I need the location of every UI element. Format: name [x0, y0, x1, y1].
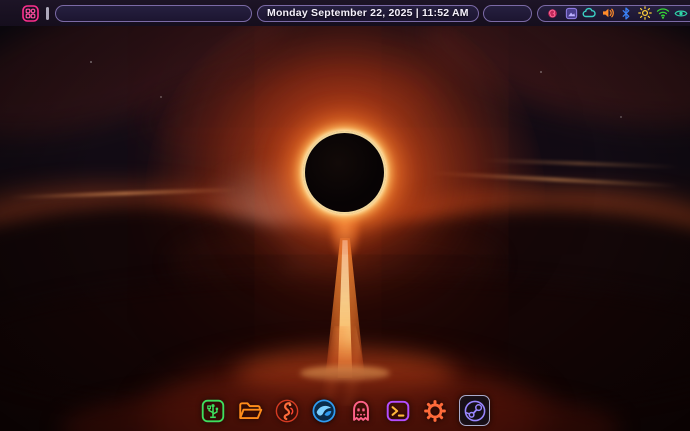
- eye-icon[interactable]: [674, 6, 689, 21]
- bluetooth-icon[interactable]: [619, 6, 634, 21]
- volume-icon[interactable]: [600, 6, 615, 21]
- wifi-icon[interactable]: [655, 6, 670, 21]
- clock-text: Monday September 22, 2025 | 11:52 AM: [267, 7, 469, 19]
- cloud-icon[interactable]: [582, 6, 597, 21]
- vignette: [0, 26, 690, 431]
- top-panel: Monday September 22, 2025 | 11:52 AM: [0, 0, 690, 26]
- settings-gear-icon[interactable]: [422, 398, 448, 424]
- workspace-pill[interactable]: [482, 4, 532, 22]
- panel-separator: [46, 6, 49, 20]
- usb-drive-icon[interactable]: [200, 398, 226, 424]
- ghost-terminal-icon[interactable]: [348, 398, 374, 424]
- steam-icon[interactable]: [459, 395, 490, 426]
- brightness-icon[interactable]: [637, 6, 652, 21]
- system-tray: [536, 4, 690, 22]
- terminal-icon[interactable]: [385, 398, 411, 424]
- desktop: Monday September 22, 2025 | 11:52 AM: [0, 0, 690, 431]
- seahorse-icon[interactable]: [274, 398, 300, 424]
- display-icon[interactable]: [564, 6, 579, 21]
- taskbar-window-list[interactable]: [55, 4, 252, 22]
- blue-wave-browser-icon[interactable]: [311, 398, 337, 424]
- file-manager-icon[interactable]: [237, 398, 263, 424]
- flower-icon[interactable]: [545, 6, 560, 21]
- wallpaper: [0, 26, 690, 431]
- clock-widget[interactable]: Monday September 22, 2025 | 11:52 AM: [257, 4, 479, 22]
- dock: [0, 395, 690, 426]
- app-grid-icon[interactable]: [22, 4, 39, 22]
